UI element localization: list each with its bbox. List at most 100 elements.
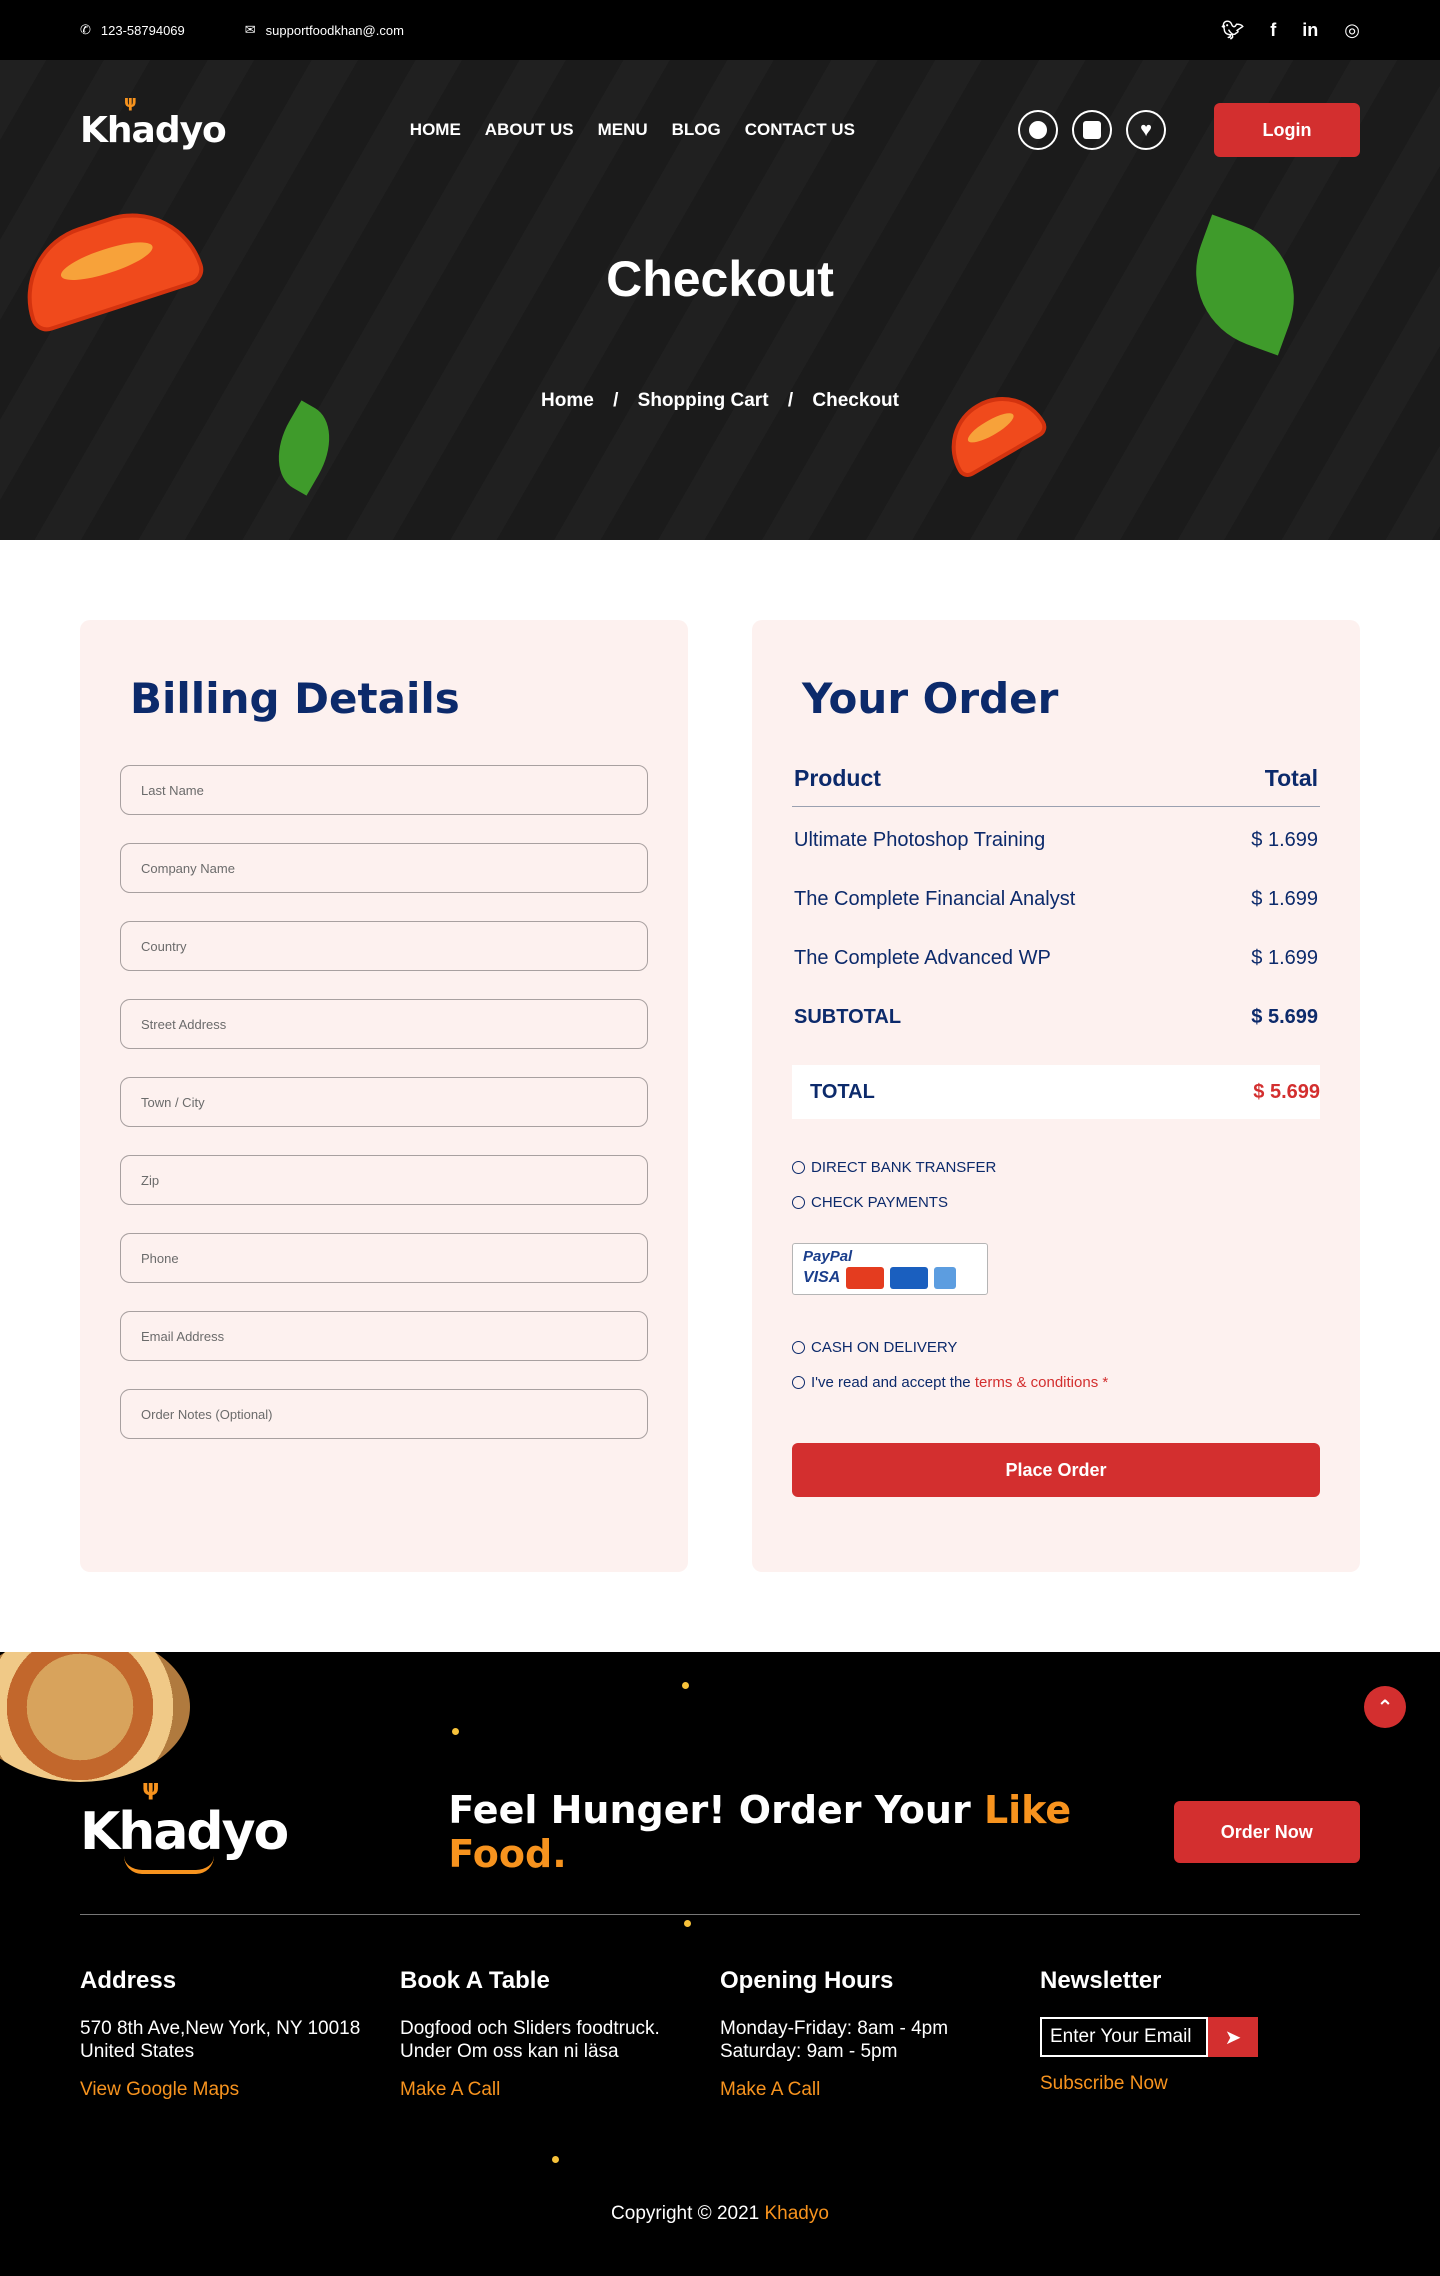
radio-icon[interactable] (792, 1161, 805, 1174)
instagram-icon[interactable]: ◎ (1344, 20, 1360, 41)
nav-blog[interactable]: BLOG (672, 120, 721, 140)
phone-field[interactable] (120, 1233, 648, 1283)
email-contact[interactable]: ✉ supportfoodkhan@.com (245, 22, 404, 38)
total-header: Total (1264, 765, 1318, 791)
order-card: Your Order Product Total Ultimate Photos… (752, 620, 1360, 1572)
radio-icon[interactable] (792, 1196, 805, 1209)
paypal-badge[interactable]: PayPal VISA (792, 1243, 988, 1295)
google-maps-link[interactable]: View Google Maps (80, 2079, 400, 2101)
nav-menu-link[interactable]: MENU (598, 120, 648, 140)
site-logo[interactable]: ψ Khadyo (80, 92, 227, 151)
item-name: Ultimate Photoshop Training (794, 829, 1046, 851)
breadcrumb-cart[interactable]: Shopping Cart (638, 390, 769, 411)
mastercard-icon (846, 1267, 885, 1289)
nav-menu: HOME ABOUT US MENU BLOG CONTACT US (410, 120, 855, 140)
shopping-bag-icon[interactable] (1072, 110, 1112, 150)
order-now-button[interactable]: Order Now (1173, 1801, 1360, 1863)
mail-icon: ✉ (244, 22, 256, 37)
send-button[interactable]: ➤ (1208, 2017, 1258, 2057)
direct-bank-transfer-option[interactable]: DIRECT BANK TRANSFER (792, 1159, 1320, 1176)
column-line: Monday-Friday: 8am - 4pm (720, 2018, 949, 2039)
total-row: TOTAL $ 5.699 (792, 1065, 1320, 1119)
billing-title: Billing Details (130, 674, 460, 723)
login-button[interactable]: Login (1214, 103, 1360, 157)
footer-logo[interactable]: ψ Khadyo (80, 1776, 368, 1874)
nav-about[interactable]: ABOUT US (485, 120, 574, 140)
company-name-field[interactable] (120, 843, 648, 893)
place-order-button[interactable]: Place Order (792, 1443, 1320, 1497)
copyright-brand[interactable]: Khadyo (765, 2203, 829, 2224)
zip-field[interactable] (120, 1155, 648, 1205)
terms-text: I've read and accept the terms & conditi… (811, 1374, 1108, 1391)
linkedin-icon[interactable]: in (1302, 20, 1318, 41)
spark-decoration (552, 2156, 559, 2163)
item-price: $ 1.699 (1251, 947, 1318, 969)
make-call-link[interactable]: Make A Call (720, 2079, 1040, 2101)
leaf-decoration (261, 400, 347, 496)
check-payments-option[interactable]: CHECK PAYMENTS (792, 1194, 1320, 1211)
radio-icon[interactable] (792, 1376, 805, 1389)
street-address-field[interactable] (120, 999, 648, 1049)
footer-logo-text: Khadyo (80, 1802, 289, 1862)
phone-icon: ✆ (80, 22, 91, 37)
book-table-column: Book A Table Dogfood och Sliders foodtru… (400, 1967, 720, 2101)
facebook-icon[interactable]: f (1270, 20, 1276, 41)
last-name-field[interactable] (120, 765, 648, 815)
option-label: CASH ON DELIVERY (811, 1339, 958, 1356)
nav-home[interactable]: HOME (410, 120, 461, 140)
newsletter-form: ➤ (1040, 2017, 1360, 2057)
copyright-year: 2021 (716, 2203, 760, 2224)
town-city-field[interactable] (120, 1077, 648, 1127)
subscribe-link[interactable]: Subscribe Now (1040, 2073, 1360, 2095)
spark-decoration (452, 1728, 459, 1735)
fork-icon: ψ (142, 1776, 160, 1801)
country-field[interactable] (120, 921, 648, 971)
column-title: Book A Table (400, 1967, 550, 1994)
newsletter-email-input[interactable] (1040, 2017, 1208, 2057)
subtotal-value: $ 5.699 (1251, 1006, 1318, 1028)
paypal-logo: PayPal (803, 1248, 853, 1265)
column-title: Newsletter (1040, 1967, 1162, 1994)
item-name: The Complete Advanced WP (794, 947, 1051, 969)
phone-contact[interactable]: ✆ 123-58794069 (80, 22, 185, 38)
cash-on-delivery-option[interactable]: CASH ON DELIVERY (792, 1339, 1320, 1356)
scroll-to-top-button[interactable]: ⌃ (1364, 1686, 1406, 1728)
order-notes-field[interactable] (120, 1389, 648, 1439)
radio-icon[interactable] (792, 1341, 805, 1354)
breadcrumb-separator: / (787, 390, 794, 411)
site-footer: ⌃ ψ Khadyo Feel Hunger! Order Your Like … (0, 1652, 1440, 2276)
twitter-icon[interactable]: 🐦︎ (1221, 20, 1244, 41)
order-item: The Complete Advanced WP $ 1.699 (792, 947, 1320, 970)
hero-banner: ψ Khadyo HOME ABOUT US MENU BLOG CONTACT… (0, 60, 1440, 540)
order-item: The Complete Financial Analyst $ 1.699 (792, 888, 1320, 911)
column-line: United States (80, 2041, 195, 2062)
card-logos: VISA (803, 1267, 977, 1289)
column-title: Opening Hours (720, 1967, 894, 1994)
column-title: Address (80, 1967, 177, 1994)
breadcrumb-separator: / (613, 390, 619, 411)
item-price: $ 1.699 (1251, 829, 1318, 851)
product-header: Product (794, 765, 881, 791)
newsletter-column: Newsletter ➤ Subscribe Now (1040, 1967, 1360, 2101)
page-title: Checkout (606, 251, 834, 307)
opening-hours-column: Opening Hours Monday-Friday: 8am - 4pm S… (720, 1967, 1040, 2101)
paper-plane-icon: ➤ (1224, 2026, 1242, 2049)
user-icon[interactable] (1018, 110, 1058, 150)
heart-icon[interactable]: ♥ (1126, 110, 1166, 150)
breadcrumb: Home / Shopping Cart / Checkout (0, 390, 1440, 412)
item-price: $ 1.699 (1251, 888, 1318, 910)
amex-icon (934, 1267, 957, 1289)
nav-contact[interactable]: CONTACT US (745, 120, 855, 140)
terms-prefix: I've read and accept the (811, 1374, 975, 1391)
logo-text: Khadyo (80, 109, 227, 151)
required-star: * (1098, 1374, 1109, 1391)
breadcrumb-home[interactable]: Home (541, 390, 594, 411)
copyright-label: Copyright (611, 2203, 693, 2224)
email-field[interactable] (120, 1311, 648, 1361)
make-call-link[interactable]: Make A Call (400, 2079, 720, 2101)
subtotal-label: SUBTOTAL (794, 1006, 902, 1028)
column-line: 570 8th Ave,New York, NY 10018 (80, 2018, 361, 2039)
terms-option[interactable]: I've read and accept the terms & conditi… (792, 1374, 1320, 1391)
top-bar: ✆ 123-58794069 ✉ supportfoodkhan@.com 🐦︎… (0, 0, 1440, 60)
terms-link[interactable]: terms & conditions (975, 1374, 1098, 1391)
